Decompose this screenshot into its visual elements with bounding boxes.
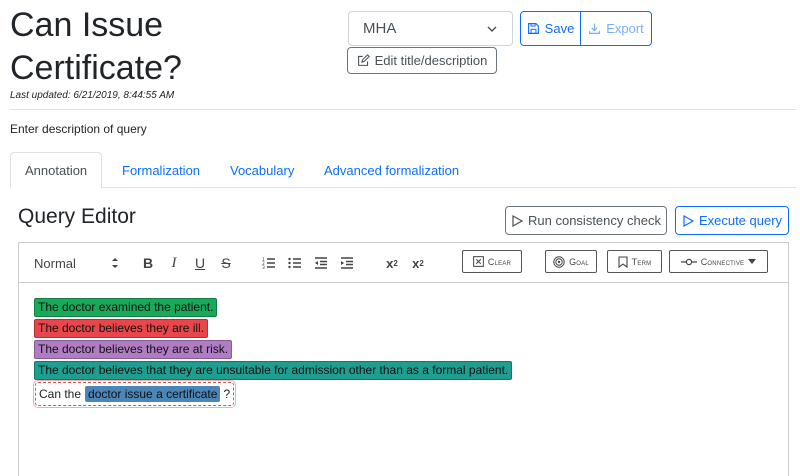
save-button[interactable]: Save (520, 11, 581, 46)
superscript-button[interactable]: x2 (407, 243, 429, 283)
term-label: Term (631, 256, 652, 267)
indent-icon (341, 257, 353, 269)
annotated-sentence[interactable]: The doctor believes that they are unsuit… (34, 361, 513, 380)
term-button[interactable]: Term (607, 250, 662, 273)
consistency-label: Run consistency check (528, 213, 661, 228)
svg-text:3: 3 (262, 265, 265, 270)
ordered-list-button[interactable]: 123 (260, 243, 278, 283)
dataset-select[interactable]: MHA (348, 11, 513, 46)
bullet-list-icon (288, 257, 301, 269)
goal-query[interactable]: Can the doctor issue a certificate ? (32, 380, 237, 408)
ordered-list-icon: 123 (262, 257, 275, 270)
goal-label: Goal (569, 256, 589, 267)
annotated-sentence[interactable]: The doctor believes they are at risk. (34, 340, 233, 359)
caret-down-icon (748, 258, 757, 264)
paragraph-style-select[interactable]: Normal (34, 243, 119, 283)
subscript-button[interactable]: x2 (381, 243, 403, 283)
last-updated-text: Last updated: 6/21/2019, 8:44:55 AM (10, 90, 175, 101)
execute-label: Execute query (698, 213, 783, 228)
indent-button[interactable] (338, 243, 356, 283)
edit-label: Edit title/description (374, 53, 488, 68)
outdent-icon (315, 257, 327, 269)
chevron-down-icon (487, 26, 497, 32)
select-arrows-icon (112, 258, 118, 268)
execute-query-button[interactable]: Execute query (675, 206, 789, 235)
export-label: Export (606, 21, 644, 36)
bold-button[interactable]: B (139, 243, 157, 283)
clear-icon (473, 256, 484, 267)
underline-button[interactable]: U (191, 243, 209, 283)
dataset-select-value: MHA (363, 20, 397, 37)
edit-title-description-button[interactable]: Edit title/description (347, 47, 497, 74)
header-divider (10, 109, 796, 110)
bullet-list-button[interactable] (286, 243, 304, 283)
download-icon (589, 23, 601, 34)
annotated-sentence[interactable]: The doctor examined the patient. (34, 298, 218, 317)
tab-bar: Annotation Formalization Vocabulary Adva… (10, 152, 796, 189)
query-editor-title: Query Editor (18, 205, 136, 228)
connective-icon (680, 258, 697, 265)
save-icon (527, 23, 539, 34)
tab-annotation[interactable]: Annotation (10, 152, 103, 189)
italic-button[interactable]: I (165, 243, 183, 283)
editor-toolbar: Normal B I U S 123 x2 x2 Clear Goal Term… (18, 242, 789, 282)
strike-button[interactable]: S (217, 243, 235, 283)
tab-formalization[interactable]: Formalization (122, 152, 200, 188)
edit-icon (357, 54, 370, 66)
query-description[interactable]: Enter description of query (10, 122, 147, 136)
goal-button[interactable]: Goal (545, 250, 597, 273)
bookmark-icon (618, 255, 628, 268)
run-consistency-check-button[interactable]: Run consistency check (505, 206, 667, 235)
save-label: Save (544, 21, 575, 36)
export-button[interactable]: Export (580, 11, 652, 46)
play-icon (512, 214, 524, 227)
editor-content[interactable]: The doctor examined the patient. The doc… (18, 282, 789, 476)
query-suffix: ? (223, 387, 231, 401)
tab-vocabulary[interactable]: Vocabulary (230, 152, 294, 188)
clear-button[interactable]: Clear (462, 250, 522, 273)
query-prefix: Can the (39, 387, 82, 401)
outdent-button[interactable] (312, 243, 330, 283)
annotated-sentence[interactable]: The doctor believes they are ill. (34, 319, 209, 338)
tab-advanced-formalization[interactable]: Advanced formalization (324, 152, 459, 188)
connective-dropdown[interactable]: Connective (669, 250, 768, 273)
target-icon (553, 255, 565, 268)
play-icon (683, 214, 694, 227)
connective-label: Connective (700, 256, 745, 267)
clear-label: Clear (487, 256, 512, 267)
paragraph-style-value: Normal (34, 255, 76, 271)
query-term[interactable]: doctor issue a certificate (85, 386, 221, 402)
page-title: Can Issue Certificate? (10, 6, 182, 87)
